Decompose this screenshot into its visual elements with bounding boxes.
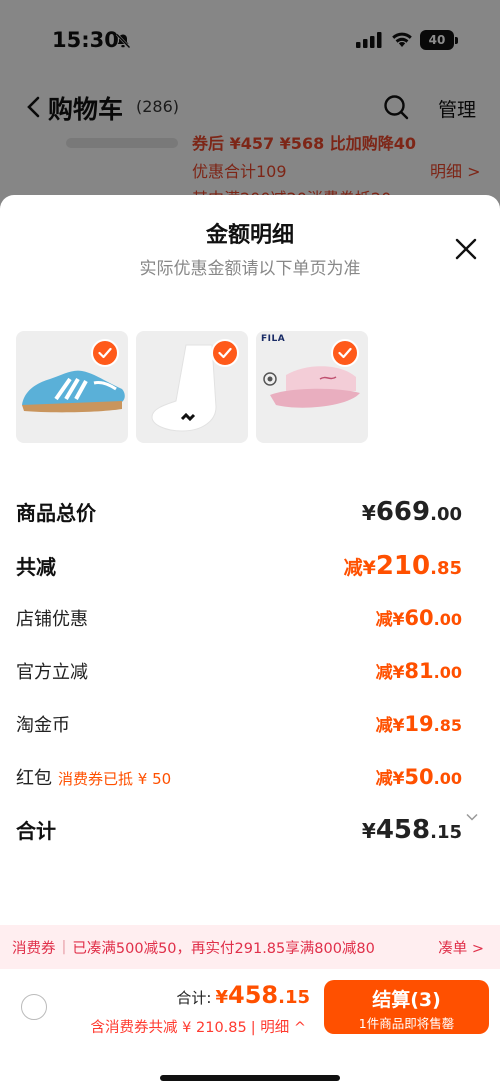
red-packet-row[interactable]: 红包 消费券已抵 ¥ 50 减¥50.00	[16, 764, 462, 790]
red-packet-label: 红包	[16, 768, 52, 789]
red-packet-label-group: 红包 消费券已抵 ¥ 50	[16, 764, 171, 790]
checkout-bar: 合计: ¥458.15 含消费券共减 ¥ 210.85 | 明细 ^ 结算(3)…	[0, 969, 500, 1087]
detail-toggle[interactable]: | 明细 ^	[251, 1016, 306, 1037]
official-cut-label: 官方立减	[16, 662, 88, 683]
coupon-promo-bar: 消费券 | 已凑满500减50，再实付291.85享满800减80 凑单 >	[0, 925, 500, 969]
total-dec: .15	[278, 987, 310, 1008]
promo-text: 已凑满500减50，再实付291.85享满800减80	[72, 940, 375, 957]
checkout-button[interactable]: 结算(3) 1件商品即将售罄	[324, 980, 489, 1034]
product-thumb-sock[interactable]	[136, 331, 248, 443]
taojinbi-label: 淘金币	[16, 715, 70, 736]
taojinbi-value: 减¥19.85	[375, 712, 462, 736]
chevron-down-icon[interactable]	[466, 813, 478, 821]
official-cut-value: 减¥81.00	[375, 659, 462, 683]
total-reduction-value: 减¥210.85	[343, 551, 462, 581]
red-packet-value: 减¥50.00	[375, 765, 462, 789]
coupon-applied-note: 消费券已抵 ¥ 50	[58, 770, 172, 788]
promo-tag: 消费券	[12, 940, 56, 957]
close-icon[interactable]	[454, 237, 478, 261]
goods-total-value: ¥669.00	[361, 497, 462, 527]
total-reduction-label: 共减	[16, 555, 56, 579]
add-items-button[interactable]: 凑单 >	[438, 937, 484, 958]
total-label: 合计:	[176, 989, 212, 1007]
selected-check-icon	[211, 339, 239, 367]
total-price: 合计: ¥458.15	[176, 981, 310, 1009]
checkout-label: 结算(3)	[372, 989, 441, 1011]
discount-text: 含消费券共减 ¥ 210.85	[90, 1020, 247, 1036]
total-currency: ¥	[215, 987, 228, 1008]
product-thumbnails: FILA	[16, 331, 368, 443]
taojinbi-row: 淘金币 减¥19.85	[16, 711, 462, 737]
select-all-radio[interactable]	[21, 994, 47, 1020]
selected-check-icon	[331, 339, 359, 367]
selected-check-icon	[91, 339, 119, 367]
shop-discount-value: 减¥60.00	[375, 606, 462, 630]
subtotal-value: ¥458.15	[361, 815, 462, 845]
sheet-title: 金额明细	[205, 223, 294, 248]
checkout-sub: 1件商品即将售罄	[358, 1016, 455, 1031]
total-int: 458	[228, 981, 279, 1009]
goods-total-label: 商品总价	[16, 501, 96, 525]
product-thumb-sneaker[interactable]	[16, 331, 128, 443]
subtotal-row: 合计 ¥458.15	[16, 815, 462, 845]
shop-discount-row[interactable]: 店铺优惠 减¥60.00	[16, 605, 462, 631]
shop-discount-label: 店铺优惠	[16, 609, 88, 630]
total-reduction-row: 共减 减¥210.85	[16, 551, 462, 581]
subtotal-label: 合计	[16, 819, 56, 843]
discount-summary: 含消费券共减 ¥ 210.85 | 明细 ^	[91, 1016, 306, 1037]
home-indicator	[160, 1075, 340, 1081]
sheet-subtitle: 实际优惠金额请以下单页为准	[139, 259, 361, 279]
official-cut-row: 官方立减 减¥81.00	[16, 658, 462, 684]
goods-total-row: 商品总价 ¥669.00	[16, 497, 462, 527]
fila-logo: FILA	[261, 334, 286, 344]
promo-divider: |	[61, 939, 67, 955]
product-thumb-visor[interactable]: FILA	[256, 331, 368, 443]
